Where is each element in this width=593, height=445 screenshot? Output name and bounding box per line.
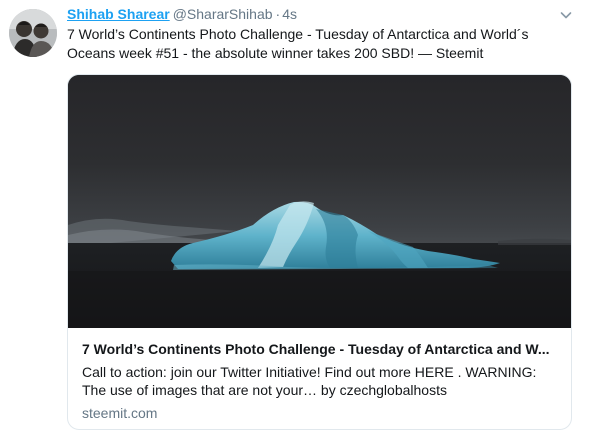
chevron-down-icon[interactable] [559, 8, 573, 22]
card-domain: steemit.com [82, 405, 158, 421]
card-body: 7 World’s Continents Photo Challenge - T… [68, 328, 571, 422]
card-description: Call to action: join our Twitter Initiat… [82, 364, 537, 398]
author-handle[interactable]: @ShararShihab [173, 6, 273, 22]
tweet-text: 7 World’s Continents Photo Challenge - T… [67, 26, 529, 61]
separator: · [275, 6, 281, 22]
author-name[interactable]: Shihab Sharear [67, 6, 170, 22]
card-image[interactable] [68, 75, 571, 328]
link-card[interactable]: 7 World’s Continents Photo Challenge - T… [67, 74, 572, 430]
tweet[interactable]: Shihab Sharear @ShararShihab · 4s 7 World’s… [0, 0, 593, 445]
card-title[interactable]: 7 World’s Continents Photo Challenge - T… [82, 340, 557, 358]
tweet-header: Shihab Sharear @ShararShihab · 4s [67, 5, 553, 23]
timestamp[interactable]: 4s [282, 6, 297, 22]
avatar[interactable] [9, 9, 57, 57]
